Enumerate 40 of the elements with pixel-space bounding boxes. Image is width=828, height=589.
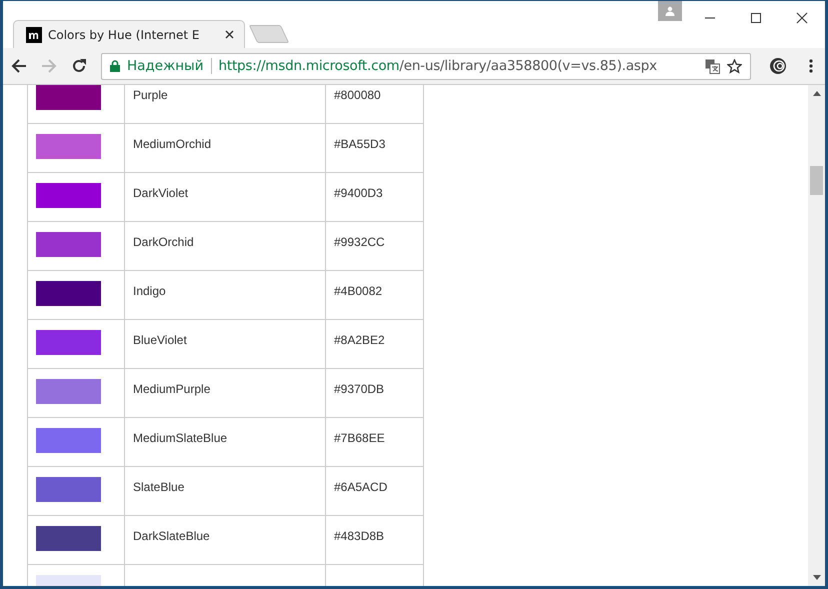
color-name: Indigo xyxy=(133,284,166,298)
browser-tab[interactable]: Colors by Hue (Internet E xyxy=(13,20,245,48)
address-bar[interactable]: Надежный https://msdn.microsoft.com/en-us/library/aa358800(v=vs.85).aspx xyxy=(101,52,751,80)
hex-value: #BA55D3 xyxy=(334,137,386,151)
scroll-up-icon[interactable] xyxy=(812,91,820,96)
color-name: MediumSlateBlue xyxy=(133,431,228,445)
back-arrow-icon[interactable] xyxy=(11,58,27,74)
close-icon[interactable] xyxy=(225,30,234,39)
hex-value: #8A2BE2 xyxy=(334,333,385,347)
maximize-icon[interactable] xyxy=(750,12,762,24)
hex-value: #9400D3 xyxy=(334,186,383,200)
tab-title: Colors by Hue (Internet E xyxy=(48,28,200,42)
hex-value: #9370DB xyxy=(334,382,384,396)
scroll-down-icon[interactable] xyxy=(812,575,820,580)
close-icon[interactable] xyxy=(796,12,808,24)
url-text: https://msdn.microsoft.com/en-us/library/aa358800(v=vs.85).aspx xyxy=(218,58,658,74)
m-logo-icon xyxy=(26,26,42,42)
hex-value: #9932CC xyxy=(334,235,385,249)
scroll-thumb[interactable] xyxy=(810,166,823,195)
hex-value: #4B0082 xyxy=(334,284,382,298)
scrollbar[interactable] xyxy=(808,85,825,586)
color-name: BlueViolet xyxy=(133,333,187,347)
color-name: DarkSlateBlue xyxy=(133,529,210,543)
color-name: MediumOrchid xyxy=(133,137,212,151)
lock-icon xyxy=(110,60,120,72)
extension-icon[interactable] xyxy=(769,57,787,75)
color-name: DarkViolet xyxy=(133,186,188,200)
hex-value: #483D8B xyxy=(334,529,384,543)
color-name: DarkOrchid xyxy=(133,235,194,249)
security-label: Надежный xyxy=(127,58,204,74)
hex-value: #7B68EE xyxy=(334,431,385,445)
reload-icon[interactable] xyxy=(71,58,87,74)
menu-icon[interactable] xyxy=(809,59,813,73)
color-name: MediumPurple xyxy=(133,382,210,396)
color-name: Purple xyxy=(133,88,168,102)
translate-icon[interactable] xyxy=(705,58,720,74)
star-icon[interactable] xyxy=(727,58,742,74)
hex-value: #800080 xyxy=(334,88,381,102)
hex-value: #6A5ACD xyxy=(334,480,388,494)
color-name: SlateBlue xyxy=(133,480,184,494)
